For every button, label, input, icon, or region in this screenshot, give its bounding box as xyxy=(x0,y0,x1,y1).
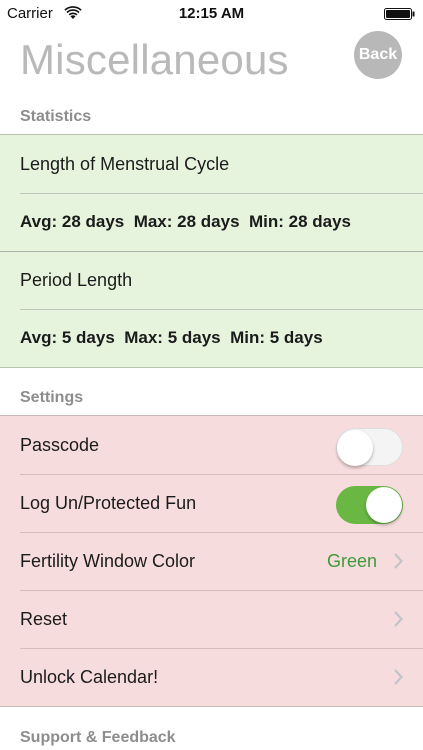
period-length-label: Period Length xyxy=(20,270,133,290)
reset-row[interactable]: Reset xyxy=(0,590,423,648)
chevron-right-icon xyxy=(394,669,403,685)
cycle-length-row: Length of Menstrual Cycle xyxy=(0,135,423,193)
toggle-knob xyxy=(366,487,402,523)
log-protected-row: Log Un/Protected Fun xyxy=(0,474,423,532)
section-header-statistics: Statistics xyxy=(20,108,92,125)
settings-group: Passcode Log Un/Protected Fun Fertility … xyxy=(0,415,423,707)
back-button[interactable]: Back xyxy=(354,31,402,79)
battery-icon xyxy=(384,8,415,20)
period-stats-text: Avg: 5 days Max: 5 days Min: 5 days xyxy=(20,328,323,347)
fertility-color-value: Green xyxy=(326,551,377,571)
chevron-right-icon xyxy=(394,553,403,569)
clock: 12:15 AM xyxy=(178,5,245,22)
period-stats-row: Avg: 5 days Max: 5 days Min: 5 days xyxy=(0,309,423,367)
passcode-label: Passcode xyxy=(20,435,100,455)
cycle-stats-row: Avg: 28 days Max: 28 days Min: 28 days xyxy=(0,193,423,251)
fertility-color-label: Fertility Window Color xyxy=(20,551,196,571)
period-length-row: Period Length xyxy=(0,251,423,309)
cycle-stats-text: Avg: 28 days Max: 28 days Min: 28 days xyxy=(20,212,352,231)
toggle-knob xyxy=(337,430,373,466)
passcode-row: Passcode xyxy=(0,416,423,474)
section-header-settings: Settings xyxy=(20,389,84,406)
fertility-color-row[interactable]: Fertility Window Color Green xyxy=(0,532,423,590)
page-title: Miscellaneous xyxy=(20,36,289,83)
unlock-calendar-row[interactable]: Unlock Calendar! xyxy=(0,648,423,706)
section-header-support: Support & Feedback xyxy=(20,729,176,746)
statistics-group: Length of Menstrual Cycle Avg: 28 days M… xyxy=(0,134,423,368)
passcode-toggle[interactable] xyxy=(336,428,403,466)
status-bar: Carrier 12:15 AM xyxy=(0,0,423,30)
log-protected-toggle[interactable] xyxy=(336,486,403,524)
reset-label: Reset xyxy=(20,609,68,629)
log-protected-label: Log Un/Protected Fun xyxy=(20,493,197,513)
cycle-length-label: Length of Menstrual Cycle xyxy=(20,154,230,174)
unlock-calendar-label: Unlock Calendar! xyxy=(20,667,159,687)
chevron-right-icon xyxy=(394,611,403,627)
